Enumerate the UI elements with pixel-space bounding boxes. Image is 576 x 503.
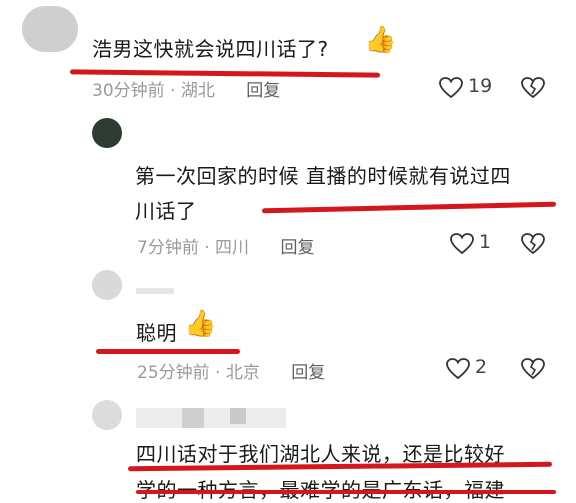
comment-text: 第一次回家的时候 直播的时候就有说过四 (135, 164, 511, 188)
like-count: 1 (479, 231, 492, 253)
comment-text: 浩男这快就会说四川话了? (92, 37, 329, 61)
comment-location: 四川 (215, 238, 250, 258)
comment-meta: 7分钟前 · 四川 回复 (137, 238, 315, 258)
reply-button[interactable]: 回复 (280, 238, 314, 258)
like-button[interactable]: 1 (449, 230, 499, 258)
avatar[interactable] (22, 6, 78, 52)
comment-text: 川话了 (135, 199, 197, 223)
avatar[interactable] (92, 118, 122, 148)
comment-time: 25分钟前 (137, 363, 210, 383)
like-count: 19 (468, 75, 493, 97)
broken-heart-icon[interactable] (520, 357, 546, 381)
reply-button[interactable]: 回复 (246, 81, 280, 101)
comment-location: 北京 (225, 363, 260, 383)
thumbs-up-emoji: 👍 (184, 309, 217, 339)
broken-heart-icon[interactable] (520, 76, 546, 100)
reply-button[interactable]: 回复 (291, 363, 325, 383)
like-button[interactable]: 2 (445, 355, 495, 383)
avatar[interactable] (92, 400, 122, 430)
comment-text: 聪明 (136, 321, 177, 345)
comment-time: 30分钟前 (92, 81, 165, 101)
avatar[interactable] (92, 270, 122, 300)
red-underline (261, 201, 557, 214)
blurred-username (230, 408, 246, 424)
like-count: 2 (475, 356, 488, 378)
blurred-username (136, 288, 174, 294)
blurred-username (136, 408, 286, 428)
comment-meta: 25分钟前 · 北京 回复 (137, 363, 326, 383)
like-button[interactable]: 19 (438, 74, 498, 102)
blurred-username (182, 408, 204, 428)
heart-icon (450, 233, 474, 255)
thumbs-up-emoji: 👍 (364, 25, 397, 55)
red-underline (96, 349, 240, 354)
comment-meta: 30分钟前 · 湖北 回复 (92, 81, 281, 101)
comment-location: 湖北 (180, 81, 215, 101)
comment-text: 学的一种方言，最难学的是广东话，福建 (136, 474, 505, 503)
comment-time: 7分钟前 (137, 238, 199, 258)
red-underline (136, 490, 556, 494)
heart-icon (446, 358, 470, 380)
broken-heart-icon[interactable] (520, 232, 546, 256)
heart-icon (439, 77, 463, 99)
